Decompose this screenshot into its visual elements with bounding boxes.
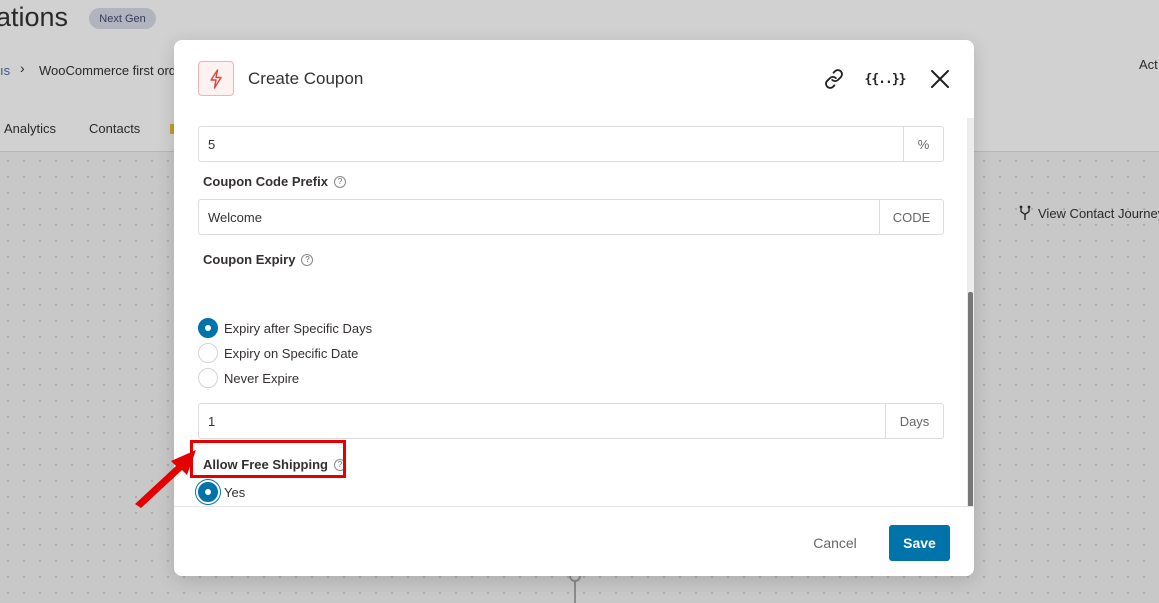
expiry-days-unit: Days [885,404,943,438]
help-icon[interactable]: ? [333,175,346,188]
discount-input[interactable] [199,127,903,161]
annotation-highlight-box [190,440,346,478]
coupon-prefix-field: CODE [198,199,944,235]
expiry-option-specific-date[interactable]: Expiry on Specific Date [198,343,358,363]
radio-button[interactable] [198,343,218,363]
radio-button[interactable] [198,318,218,338]
save-button[interactable]: Save [889,525,950,561]
discount-unit: % [903,127,943,161]
coupon-prefix-label: Coupon Code Prefix ? [203,174,346,189]
expiry-option-never[interactable]: Never Expire [198,368,299,388]
lightning-bolt-icon [198,61,234,96]
radio-label: Expiry after Specific Days [224,320,373,336]
expiry-days-input[interactable] [199,404,885,438]
cancel-button[interactable]: Cancel [800,527,870,559]
discount-field: % [198,126,944,162]
help-icon[interactable]: ? [301,253,314,266]
expiry-option-specific-days[interactable]: Expiry after Specific Days [198,318,372,338]
radio-label: Yes [224,484,246,500]
coupon-prefix-addon: CODE [879,200,943,234]
radio-label: Expiry on Specific Date [224,345,359,361]
coupon-expiry-label-text: Coupon Expiry [203,252,296,267]
radio-label: Never Expire [224,370,300,386]
radio-button[interactable] [198,368,218,388]
modal-footer: Cancel Save [174,506,974,576]
merge-tags-icon[interactable]: {{..}} [865,64,907,94]
create-coupon-modal: Create Coupon {{..}} % Coupon Code Prefi… [174,40,974,576]
free-shipping-option-yes[interactable]: Yes [198,482,245,502]
expiry-days-field: Days [198,403,944,439]
link-icon[interactable] [819,64,849,94]
coupon-prefix-label-text: Coupon Code Prefix [203,174,328,189]
modal-title: Create Coupon [248,69,364,88]
annotation-arrow-icon [135,450,196,508]
coupon-prefix-input[interactable] [199,200,879,234]
close-icon[interactable] [925,64,955,94]
coupon-expiry-label: Coupon Expiry ? [203,252,314,267]
modal-body[interactable]: % Coupon Code Prefix ? CODE Coupon Expir… [174,118,974,546]
modal-header: Create Coupon {{..}} [174,40,974,118]
